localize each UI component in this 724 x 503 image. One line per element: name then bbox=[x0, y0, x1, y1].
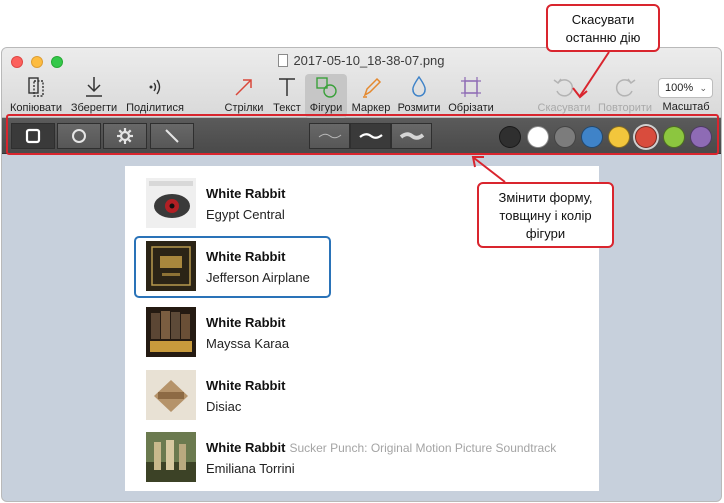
track-artist: Disiac bbox=[206, 399, 242, 414]
undo-callout: Скасувати останню дію bbox=[546, 4, 660, 52]
copy-button[interactable]: Копіювати bbox=[8, 74, 64, 114]
shapes-tool[interactable]: Фігури bbox=[305, 74, 347, 118]
share-button[interactable]: Поділитися bbox=[124, 74, 186, 114]
album-cover bbox=[146, 432, 196, 482]
arrows-label: Стрілки bbox=[224, 102, 264, 114]
blur-tool[interactable]: Розмити bbox=[396, 74, 442, 114]
undo-icon bbox=[553, 78, 574, 97]
rectangle-annotation[interactable] bbox=[134, 236, 331, 298]
titlebar: 2017-05-10_18-38-07.png Копіювати Зберег… bbox=[2, 48, 721, 118]
marker-label: Маркер bbox=[351, 102, 391, 114]
track-artist: Mayssa Karaa bbox=[206, 336, 290, 351]
undo-label: Скасувати bbox=[537, 102, 591, 114]
text-label: Текст bbox=[273, 102, 301, 114]
share-label: Поділитися bbox=[126, 102, 184, 114]
undo-button[interactable]: Скасувати bbox=[534, 74, 594, 114]
redo-icon bbox=[615, 78, 636, 97]
shape-bar-highlight bbox=[6, 114, 719, 155]
track-artist: Egypt Central bbox=[206, 207, 285, 222]
shapes-icon bbox=[316, 77, 337, 98]
droplet-icon bbox=[412, 75, 426, 97]
marker-icon bbox=[363, 77, 382, 98]
redo-label: Повторити bbox=[597, 102, 653, 114]
track-title: White Rabbit bbox=[206, 315, 286, 330]
copy-label: Копіювати bbox=[10, 102, 62, 114]
arrow-icon bbox=[235, 79, 252, 96]
crop-icon bbox=[461, 77, 481, 97]
copy-icon bbox=[28, 77, 44, 97]
save-button[interactable]: Зберегти bbox=[66, 74, 122, 114]
airdrop-icon bbox=[149, 79, 161, 95]
shape-callout: Змінити форму, товщину і колір фігури bbox=[477, 182, 614, 248]
arrows-tool[interactable]: Стрілки bbox=[223, 74, 265, 114]
download-icon bbox=[86, 77, 102, 97]
zoom-select[interactable]: 100% ⌄ bbox=[658, 78, 713, 98]
track-row: White Rabbit Sucker Punch: Original Motio… bbox=[125, 432, 599, 488]
track-artist: Emiliana Torrini bbox=[206, 461, 295, 476]
window-filename: 2017-05-10_18-38-07.png bbox=[293, 53, 445, 68]
chevron-updown-icon: ⌄ bbox=[699, 83, 707, 93]
track-row: White Rabbit Mayssa Karaa bbox=[125, 307, 599, 363]
crop-label: Обрізати bbox=[448, 102, 494, 114]
redo-button[interactable]: Повторити bbox=[595, 74, 655, 114]
text-tool[interactable]: Текст bbox=[268, 74, 306, 114]
track-row: White Rabbit Disiac bbox=[125, 370, 599, 426]
zoom-label-wrap: Масштаб bbox=[658, 101, 714, 113]
blur-label: Розмити bbox=[397, 102, 441, 114]
crop-tool[interactable]: Обрізати bbox=[446, 74, 496, 114]
shapes-label: Фігури bbox=[309, 102, 343, 114]
zoom-value: 100% bbox=[665, 82, 694, 94]
window-title: 2017-05-10_18-38-07.png bbox=[2, 53, 721, 68]
album-cover bbox=[146, 178, 196, 228]
zoom-label: Масштаб bbox=[662, 101, 710, 113]
track-title: White Rabbit bbox=[206, 378, 286, 393]
shape-callout-text: Змінити форму, товщину і колір фігури bbox=[498, 190, 593, 241]
track-title: White Rabbit bbox=[206, 186, 286, 201]
album-cover bbox=[146, 307, 196, 357]
album-cover bbox=[146, 370, 196, 420]
text-icon bbox=[279, 78, 295, 96]
image-file-icon bbox=[278, 54, 289, 67]
marker-tool[interactable]: Маркер bbox=[349, 74, 393, 114]
undo-callout-text: Скасувати останню дію bbox=[565, 12, 641, 45]
track-title: White Rabbit Sucker Punch: Original Motio… bbox=[206, 440, 557, 455]
save-label: Зберегти bbox=[70, 102, 118, 114]
